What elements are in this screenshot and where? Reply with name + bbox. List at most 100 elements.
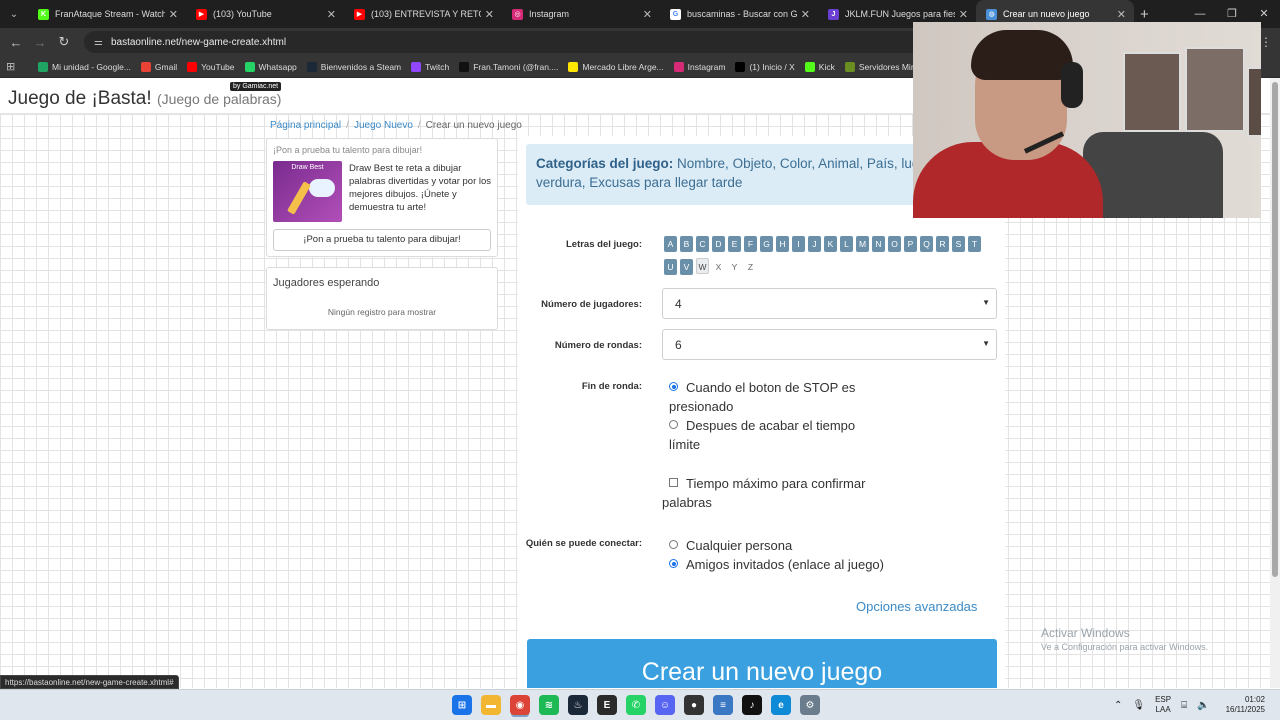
letter-toggle[interactable]: N (872, 236, 885, 252)
bookmark-item[interactable]: Mercado Libre Arge... (568, 61, 664, 72)
players-select[interactable]: 4 ▼ (662, 288, 997, 319)
bookmark-item[interactable]: Bienvenidos a Steam (306, 61, 401, 72)
letter-toggle[interactable]: R (936, 236, 949, 252)
tab-close-icon[interactable]: ✕ (801, 8, 810, 21)
tab-close-icon[interactable]: ✕ (327, 8, 336, 21)
scrollbar-thumb[interactable] (1272, 82, 1278, 577)
letter-toggle[interactable]: D (712, 236, 725, 252)
bookmark-item[interactable]: Instagram (673, 61, 725, 72)
bookmark-item[interactable]: Twitch (411, 61, 449, 72)
bookmark-item[interactable]: YouTube (187, 61, 235, 72)
letter-toggle[interactable]: W (696, 258, 709, 274)
settings-icon[interactable]: ⚙ (800, 695, 820, 715)
steam-icon[interactable]: ♨ (568, 695, 588, 715)
tab-close-icon[interactable]: ✕ (169, 8, 178, 21)
apps-grid-icon[interactable]: ⊞ (6, 60, 28, 73)
browser-tab[interactable]: ▶ (103) YouTube ✕ (186, 0, 344, 28)
round-end-option-time[interactable]: Despues de acabar el tiempo límite (669, 416, 874, 454)
rounds-select[interactable]: 6 ▼ (662, 329, 997, 360)
letter-toggle[interactable]: T (968, 236, 981, 252)
whatsapp-icon[interactable]: ✆ (626, 695, 646, 715)
bookmark-item[interactable]: Mi unidad - Google... (38, 61, 131, 72)
radio-checked-icon[interactable] (669, 382, 678, 391)
tab-close-icon[interactable]: ✕ (485, 8, 494, 21)
notepad-icon[interactable]: ≡ (713, 695, 733, 715)
letter-toggle[interactable]: L (840, 236, 853, 252)
connect-option-friends[interactable]: Amigos invitados (enlace al juego) (669, 555, 884, 574)
browser-tab[interactable]: ▶ (103) ENTREVISTA Y RETOS EN ✕ (344, 0, 502, 28)
letter-toggle[interactable]: C (696, 236, 709, 252)
edge-icon[interactable]: e (771, 695, 791, 715)
chevron-up-icon[interactable]: ⌃ (1114, 700, 1122, 711)
bookmark-item[interactable]: Gmail (140, 61, 177, 72)
advanced-options-link[interactable]: Opciones avanzadas (856, 599, 977, 614)
file-explorer-icon[interactable]: ▬ (481, 695, 501, 715)
language-indicator[interactable]: ESP LAA (1155, 695, 1171, 715)
letter-toggle[interactable]: J (808, 236, 821, 252)
volume-icon[interactable]: 🔈 (1197, 700, 1209, 711)
site-title[interactable]: Juego de ¡Basta! (Juego de palabras) (8, 88, 281, 110)
spotify-icon[interactable]: ≋ (539, 695, 559, 715)
breadcrumb-home-link[interactable]: Página principal (270, 120, 341, 131)
browser-tab[interactable]: Gbuscaminas - Buscar con Goog ✕ (660, 0, 818, 28)
tab-close-icon[interactable]: ✕ (1117, 8, 1126, 21)
discord-icon[interactable]: ☺ (655, 695, 675, 715)
tab-close-icon[interactable]: ✕ (643, 8, 652, 21)
letter-toggle[interactable]: H (776, 236, 789, 252)
tab-close-icon[interactable]: ✕ (959, 8, 968, 21)
radio-unchecked-icon[interactable] (669, 540, 678, 549)
reload-icon[interactable]: ↻ (52, 34, 76, 50)
back-icon[interactable]: ← (4, 35, 28, 50)
letter-toggle[interactable]: I (792, 236, 805, 252)
create-game-button[interactable]: Crear un nuevo juego (527, 639, 997, 688)
radio-checked-icon[interactable] (669, 559, 678, 568)
letter-toggle[interactable]: V (680, 259, 693, 275)
bookmark-item[interactable]: Kick (804, 61, 835, 72)
tab-search-icon[interactable]: ⌄ (0, 0, 28, 28)
letter-toggle[interactable]: F (744, 236, 757, 252)
url-text: bastaonline.net/new-game-create.xhtml (110, 36, 287, 48)
letter-toggle[interactable]: B (680, 236, 693, 252)
clock[interactable]: 01:02 16/11/2025 (1226, 695, 1265, 715)
gamiac-badge[interactable]: by Gamiac.net (230, 82, 282, 91)
letter-toggle[interactable]: U (664, 259, 677, 275)
letter-toggle[interactable]: X (712, 259, 725, 275)
letter-toggle[interactable]: K (824, 236, 837, 252)
letter-toggle[interactable]: O (888, 236, 901, 252)
letter-toggle[interactable]: G (760, 236, 773, 252)
letter-toggle[interactable]: Q (920, 236, 933, 252)
letter-toggle[interactable]: M (856, 236, 869, 252)
windows-start-icon[interactable]: ⊞ (452, 695, 472, 715)
letter-toggle[interactable]: Y (728, 259, 741, 275)
new-tab-icon[interactable]: + (1140, 6, 1149, 23)
browser-tab[interactable]: K FranAtaque Stream - Watch Liv ✕ (28, 0, 186, 28)
browser-tab[interactable]: ◎ Instagram ✕ (502, 0, 660, 28)
epic-games-icon[interactable]: E (597, 695, 617, 715)
site-info-icon[interactable]: ⚌ (94, 37, 103, 48)
browser-menu-icon[interactable]: ⋮ (1260, 35, 1272, 49)
radio-unchecked-icon[interactable] (669, 420, 678, 429)
promo-button[interactable]: ¡Pon a prueba tu talento para dibujar! (273, 229, 491, 251)
round-end-option-stop[interactable]: Cuando el boton de STOP es presionado (669, 378, 874, 416)
bookmark-item[interactable]: Fran.Tamoni (@fran.... (459, 61, 558, 72)
max-time-checkbox[interactable]: Tiempo máximo para confirmar palabras (662, 474, 882, 512)
microphone-tray-icon[interactable]: 🎙 (1132, 700, 1145, 711)
letter-toggle[interactable]: A (664, 236, 677, 252)
letter-toggle[interactable]: P (904, 236, 917, 252)
letter-toggle[interactable]: S (952, 236, 965, 252)
draw-best-image[interactable]: Draw Best (273, 161, 342, 222)
page-scrollbar[interactable] (1270, 78, 1280, 688)
waiting-players-empty: Ningún registro para mostrar (327, 307, 437, 317)
bookmark-item[interactable]: (1) Inicio / X (735, 61, 795, 72)
checkbox-icon[interactable] (669, 478, 678, 487)
connect-option-anyone[interactable]: Cualquier persona (669, 536, 792, 555)
network-icon[interactable]: ⌸ (1181, 700, 1187, 711)
chrome-icon[interactable]: ◉ (510, 695, 530, 715)
forward-icon[interactable]: → (28, 35, 52, 50)
tiktok-icon[interactable]: ♪ (742, 695, 762, 715)
breadcrumb-new-game-link[interactable]: Juego Nuevo (354, 120, 413, 131)
letter-toggle[interactable]: E (728, 236, 741, 252)
letter-toggle[interactable]: Z (744, 259, 757, 275)
obs-icon[interactable]: ● (684, 695, 704, 715)
bookmark-item[interactable]: Whatsapp (244, 61, 297, 72)
